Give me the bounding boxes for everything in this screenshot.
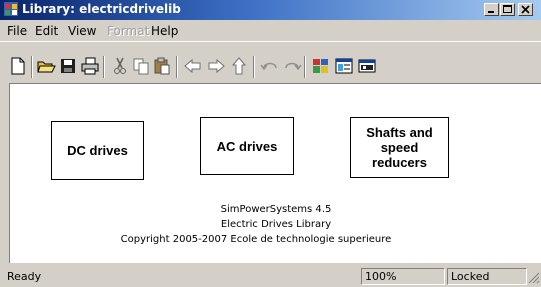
cut-button[interactable] [110, 56, 130, 76]
toolbar-separator [103, 56, 105, 78]
toolbar [0, 41, 541, 81]
title-bar[interactable]: Library: electricdrivelib [0, 0, 541, 20]
up-button[interactable] [229, 56, 249, 76]
copy-icon [133, 58, 149, 75]
new-button[interactable] [8, 56, 28, 76]
paste-button[interactable] [152, 56, 172, 76]
save-button[interactable] [58, 56, 78, 76]
lock-status: Locked [447, 268, 527, 285]
print-button[interactable] [80, 56, 100, 76]
forward-icon [208, 58, 225, 74]
undo-icon [260, 62, 277, 71]
dc-drives-label: DC drives [67, 143, 128, 158]
library-canvas[interactable]: DC drives AC drives Shafts and speed red… [9, 83, 541, 263]
print-icon [81, 57, 99, 75]
toolbar-separator [304, 56, 306, 78]
redo-icon [285, 62, 302, 71]
copy-button[interactable] [131, 56, 151, 76]
shafts-speed-reducers-label: Shafts and speed reducers [366, 125, 433, 170]
menu-edit[interactable]: Edit [35, 24, 58, 38]
toolbar-separator [31, 56, 33, 78]
shafts-speed-reducers-block[interactable]: Shafts and speed reducers [350, 117, 449, 178]
forward-button[interactable] [206, 56, 226, 76]
menu-format[interactable]: Format [107, 24, 149, 38]
zoom-level: 100% [361, 268, 445, 285]
back-button[interactable] [183, 56, 203, 76]
dc-drives-block[interactable]: DC drives [51, 121, 144, 180]
maximize-icon [503, 5, 512, 13]
menu-view[interactable]: View [68, 24, 96, 38]
minimize-icon [488, 11, 494, 13]
paste-icon [154, 57, 170, 75]
menu-bar: File Edit View Format Help [0, 21, 541, 40]
minimize-button[interactable] [484, 3, 499, 16]
open-icon [37, 61, 56, 73]
model-explorer-icon [335, 58, 353, 74]
maximize-button[interactable] [500, 3, 515, 16]
cut-icon [114, 57, 126, 74]
ac-drives-label: AC drives [216, 138, 278, 154]
library-browser-button[interactable] [311, 56, 331, 76]
back-icon [184, 58, 201, 74]
up-icon [231, 57, 247, 75]
library-browser-icon [313, 59, 328, 73]
debugger-icon [358, 59, 376, 73]
new-icon [11, 57, 25, 75]
library-name: Electric Drives Library [220, 219, 332, 230]
window-title: Library: electricdrivelib [22, 2, 181, 16]
close-button[interactable] [518, 3, 533, 16]
undo-button[interactable] [260, 56, 280, 76]
toolbar-separator [176, 56, 178, 78]
redo-button[interactable] [282, 56, 302, 76]
close-icon [521, 5, 530, 14]
copyright-notice: Copyright 2005-2007 Ecole de technologie… [120, 234, 392, 245]
library-version: SimPowerSystems 4.5 [220, 204, 332, 215]
open-button[interactable] [36, 56, 56, 76]
ac-drives-block[interactable]: AC drives [200, 117, 294, 175]
toolbar-separator [253, 56, 255, 78]
library-window: Library: electricdrivelib File Edit View… [0, 0, 541, 287]
resize-grip-icon[interactable] [528, 272, 540, 284]
status-text: Ready [7, 270, 42, 283]
menu-help[interactable]: Help [151, 24, 178, 38]
save-icon [61, 59, 75, 73]
status-bar: Ready 100% Locked [0, 265, 541, 287]
debugger-button[interactable] [357, 56, 377, 76]
simulink-library-icon[interactable] [4, 2, 18, 16]
menu-file[interactable]: File [7, 24, 27, 38]
model-explorer-button[interactable] [334, 56, 354, 76]
